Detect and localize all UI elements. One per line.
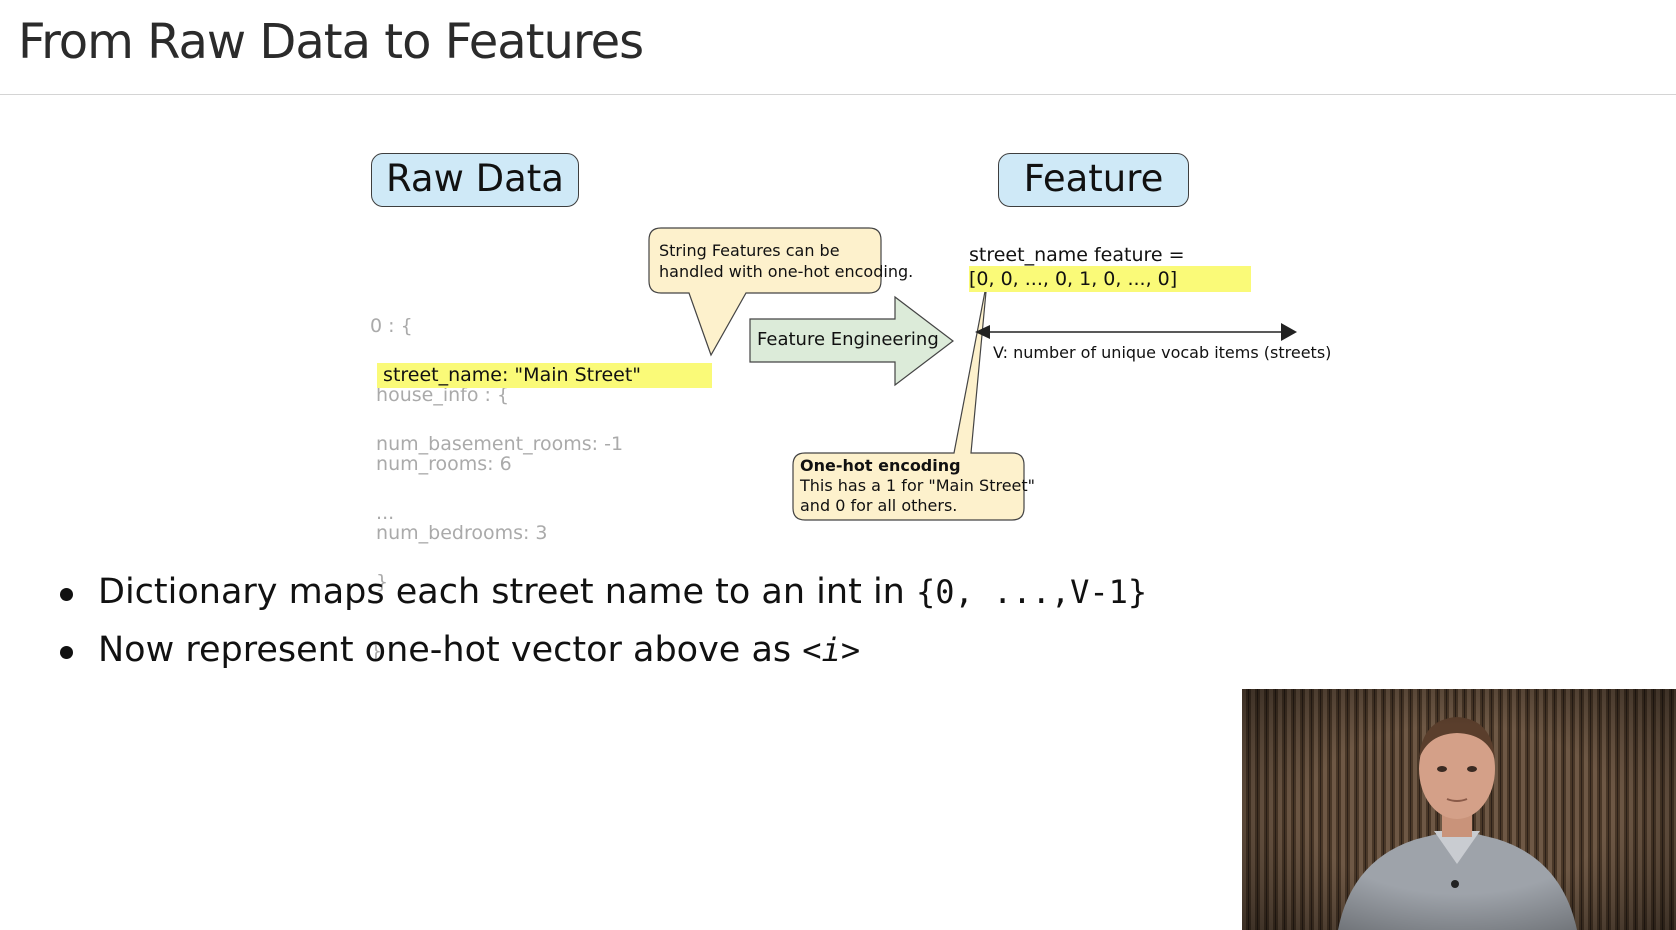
callout-line: handled with one-hot encoding. [659, 262, 914, 281]
callout-line: This has a 1 for "Main Street" [800, 476, 1036, 495]
onehot-callout-text: One-hot encoding This has a 1 for "Main … [800, 456, 1035, 516]
bullet-plain: Now represent one-hot vector above as [98, 630, 803, 670]
bullet-dot [60, 646, 73, 659]
feature-engineering-label: Feature Engineering [757, 329, 939, 350]
code-line: 0 : { [370, 315, 413, 337]
bullet-code-open: < [802, 631, 822, 669]
bullet-plain: Dictionary maps each street name to an i… [98, 572, 916, 612]
code-line: num_basement_rooms: -1 [370, 433, 624, 455]
presenter-image [1242, 689, 1676, 930]
v-dimension-label: V: number of unique vocab items (streets… [993, 343, 1332, 362]
feature-vector-value: [0, 0, ..., 0, 1, 0, ..., 0] [969, 266, 1251, 292]
bullet-text: Now represent one-hot vector above as <i… [98, 630, 860, 670]
feature-vector-label: street_name feature = [969, 244, 1185, 266]
callout-line: String Features can be [659, 241, 840, 260]
string-callout-text: String Features can be handled with one-… [659, 240, 913, 282]
bullet-code-var: i [821, 631, 841, 669]
onehot-callout-title: One-hot encoding [800, 456, 961, 475]
feature-label: Feature [998, 153, 1189, 207]
bullet-code: {0, ...,V-1} [915, 573, 1148, 611]
callout-line: and 0 for all others. [800, 496, 958, 515]
v-arrow-head-right [1281, 323, 1297, 341]
presenter-video [1242, 689, 1676, 930]
bullet-code-close: > [840, 631, 861, 669]
bullet-dot [60, 588, 73, 601]
code-line: ... [370, 502, 395, 524]
raw-data-label: Raw Data [371, 153, 579, 207]
street-name-highlight: street_name: "Main Street" [377, 363, 712, 388]
bullet-text: Dictionary maps each street name to an i… [98, 572, 1147, 612]
